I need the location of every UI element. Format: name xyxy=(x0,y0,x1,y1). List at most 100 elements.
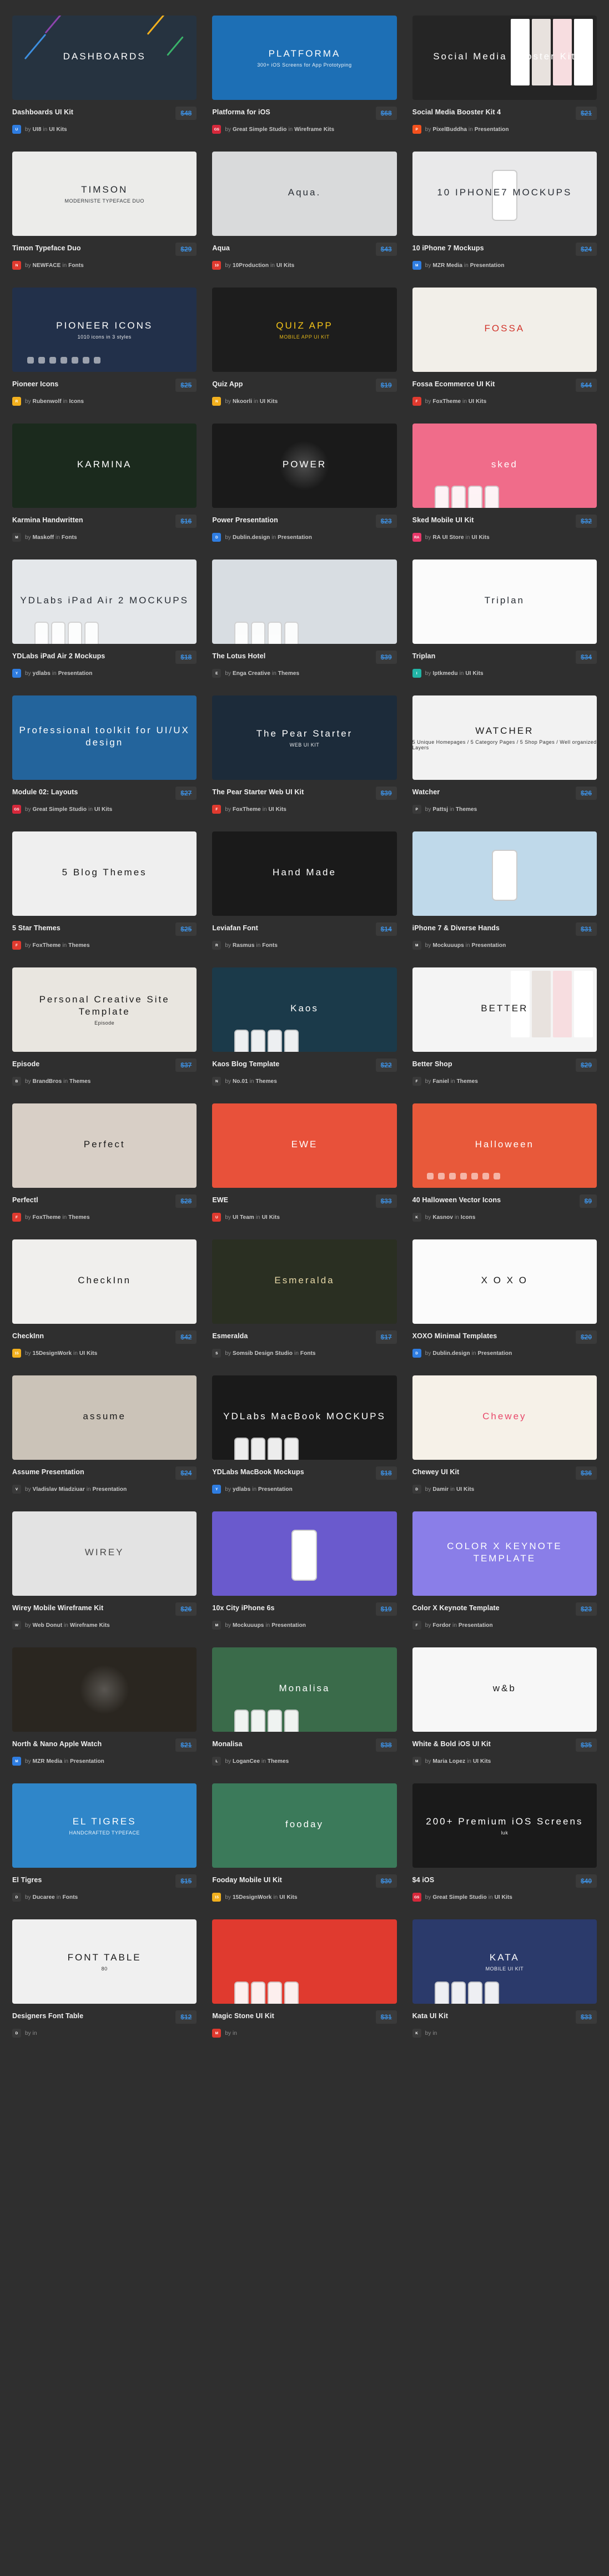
product-card[interactable]: Kaos Kaos Blog Template $22 N by No.01 i… xyxy=(212,967,397,1086)
product-card[interactable]: Esmeralda Esmeralda $17 S by Somsib Desi… xyxy=(212,1239,397,1358)
author-name[interactable]: ydlabs xyxy=(33,671,51,677)
product-price-badge[interactable]: $26 xyxy=(175,1602,197,1616)
author-name[interactable]: FoxTheme xyxy=(33,942,61,949)
author-avatar[interactable]: M xyxy=(412,941,421,950)
product-price-badge[interactable]: $25 xyxy=(175,922,197,936)
product-price-badge[interactable]: $24 xyxy=(175,1466,197,1480)
product-price-badge[interactable]: $17 xyxy=(375,1330,397,1344)
product-price-badge[interactable]: $9 xyxy=(579,1194,597,1208)
author-avatar[interactable]: W xyxy=(12,1621,21,1630)
product-title[interactable]: Perfectl xyxy=(12,1194,38,1204)
product-price-badge[interactable]: $33 xyxy=(375,1194,397,1208)
author-name[interactable]: UI8 xyxy=(33,127,42,133)
product-title[interactable]: Designers Font Table xyxy=(12,2010,83,2020)
author-name[interactable]: UI Team xyxy=(233,1214,254,1221)
author-avatar[interactable]: I xyxy=(412,669,421,678)
product-thumbnail[interactable]: COLOR X KEYNOTE TEMPLATE xyxy=(412,1511,597,1596)
product-price-badge[interactable]: $40 xyxy=(575,1874,597,1888)
product-price-badge[interactable]: $33 xyxy=(575,2010,597,2024)
author-avatar[interactable]: D xyxy=(212,533,222,542)
author-avatar[interactable]: D xyxy=(412,1485,421,1494)
product-title[interactable]: Aqua xyxy=(212,243,230,253)
product-title[interactable]: Assume Presentation xyxy=(12,1466,84,1476)
category-name[interactable]: Themes xyxy=(457,1078,478,1085)
author-avatar[interactable]: M xyxy=(12,533,21,542)
product-title[interactable]: Monalisa xyxy=(212,1738,242,1748)
category-name[interactable]: Themes xyxy=(456,806,477,813)
author-avatar[interactable]: N xyxy=(212,397,222,406)
product-price-badge[interactable]: $18 xyxy=(375,1466,397,1480)
product-thumbnail[interactable]: fooday xyxy=(212,1783,397,1868)
author-name[interactable]: Iptkmedu xyxy=(432,671,457,677)
category-name[interactable]: UI Kits xyxy=(469,399,486,405)
author-name[interactable]: Ducaree xyxy=(33,1894,55,1901)
product-card[interactable]: The Pear Starter WEB UI KIT The Pear Sta… xyxy=(212,695,397,814)
category-name[interactable]: Fonts xyxy=(300,1350,316,1357)
product-card[interactable]: EL TIGRES HANDCRAFTED TYPEFACE El Tigres… xyxy=(12,1783,197,1902)
product-card[interactable]: North & Nano Apple Watch $21 M by MZR Me… xyxy=(12,1647,197,1766)
author-avatar[interactable]: E xyxy=(212,669,222,678)
product-price-badge[interactable]: $21 xyxy=(575,107,597,120)
category-name[interactable]: Themes xyxy=(68,942,89,949)
product-title[interactable]: The Pear Starter Web UI Kit xyxy=(212,787,304,797)
author-name[interactable]: ydlabs xyxy=(233,1486,250,1493)
product-thumbnail[interactable]: Social Media Booster Kit xyxy=(412,16,597,100)
category-name[interactable]: UI Kits xyxy=(49,127,67,133)
category-name[interactable]: UI Kits xyxy=(260,399,278,405)
product-title[interactable]: 40 Halloween Vector Icons xyxy=(412,1194,501,1204)
product-card[interactable]: iPhone 7 & Diverse Hands $31 M by Mockuu… xyxy=(412,831,597,950)
product-title[interactable]: Color X Keynote Template xyxy=(412,1602,500,1612)
product-card[interactable]: FOSSA Fossa Ecommerce UI Kit $44 F by Fo… xyxy=(412,288,597,406)
product-price-badge[interactable]: $16 xyxy=(175,515,197,528)
product-thumbnail[interactable]: PLATFORMA 300+ iOS Screens for App Proto… xyxy=(212,16,397,100)
category-name[interactable]: UI Kits xyxy=(471,535,489,541)
product-price-badge[interactable]: $29 xyxy=(575,1058,597,1072)
author-avatar[interactable]: D xyxy=(12,1893,21,1902)
author-avatar[interactable]: L xyxy=(212,1757,222,1766)
category-name[interactable]: Themes xyxy=(69,1078,90,1085)
category-name[interactable]: Wireframe Kits xyxy=(294,127,334,133)
category-name[interactable]: UI Kits xyxy=(94,806,112,813)
product-price-badge[interactable]: $19 xyxy=(375,1602,397,1616)
category-name[interactable]: UI Kits xyxy=(456,1486,474,1493)
product-title[interactable]: CheckInn xyxy=(12,1330,44,1340)
product-price-badge[interactable]: $28 xyxy=(175,1194,197,1208)
product-title[interactable]: Kaos Blog Template xyxy=(212,1058,279,1068)
category-name[interactable]: Presentation xyxy=(459,1622,493,1629)
author-name[interactable]: 15DesignWork xyxy=(233,1894,271,1901)
product-title[interactable]: Platforma for iOS xyxy=(212,107,270,117)
product-title[interactable]: YDLabs iPad Air 2 Mockups xyxy=(12,651,105,661)
product-card[interactable]: Personal Creative Site Template Episode … xyxy=(12,967,197,1086)
product-price-badge[interactable]: $12 xyxy=(175,2010,197,2024)
author-avatar[interactable]: Y xyxy=(12,669,21,678)
product-card[interactable]: QUIZ APP MOBILE APP UI KIT Quiz App $19 … xyxy=(212,288,397,406)
author-avatar[interactable]: M xyxy=(12,1757,21,1766)
product-title[interactable]: Pioneer Icons xyxy=(12,379,58,389)
author-avatar[interactable]: K xyxy=(412,1213,421,1222)
product-price-badge[interactable]: $21 xyxy=(175,1738,197,1752)
product-thumbnail[interactable]: TIMSON MODERNISTE TYPEFACE DUO xyxy=(12,152,197,236)
product-thumbnail[interactable]: CheckInn xyxy=(12,1239,197,1324)
product-thumbnail[interactable]: YDLabs iPad Air 2 MOCKUPS xyxy=(12,559,197,644)
product-thumbnail[interactable]: Chewey xyxy=(412,1375,597,1460)
product-thumbnail[interactable]: POWER xyxy=(212,424,397,508)
product-thumbnail[interactable]: Monalisa xyxy=(212,1647,397,1732)
author-name[interactable]: Kasnov xyxy=(432,1214,453,1221)
category-name[interactable]: UI Kits xyxy=(269,806,286,813)
author-avatar[interactable]: P xyxy=(412,125,421,134)
author-name[interactable]: Fordor xyxy=(432,1622,451,1629)
product-thumbnail[interactable]: KATA MOBILE UI KIT xyxy=(412,1919,597,2004)
product-price-badge[interactable]: $37 xyxy=(175,1058,197,1072)
product-price-badge[interactable]: $35 xyxy=(575,1738,597,1752)
author-avatar[interactable]: N xyxy=(12,261,21,270)
product-price-badge[interactable]: $15 xyxy=(175,1874,197,1888)
product-card[interactable]: BETTER Better Shop $29 F by Faniel in Th… xyxy=(412,967,597,1086)
product-card[interactable]: 200+ Premium iOS Screens luk $4 iOS $40 … xyxy=(412,1783,597,1902)
product-card[interactable]: Chewey Chewey UI Kit $36 D by Damir in U… xyxy=(412,1375,597,1494)
author-name[interactable]: Vladislav Miadziuar xyxy=(33,1486,85,1493)
product-title[interactable]: Module 02: Layouts xyxy=(12,787,78,797)
category-name[interactable]: Themes xyxy=(68,1214,89,1221)
product-card[interactable]: assume Assume Presentation $24 V by Vlad… xyxy=(12,1375,197,1494)
category-name[interactable]: Presentation xyxy=(278,535,312,541)
product-title[interactable]: YDLabs MacBook Mockups xyxy=(212,1466,304,1476)
